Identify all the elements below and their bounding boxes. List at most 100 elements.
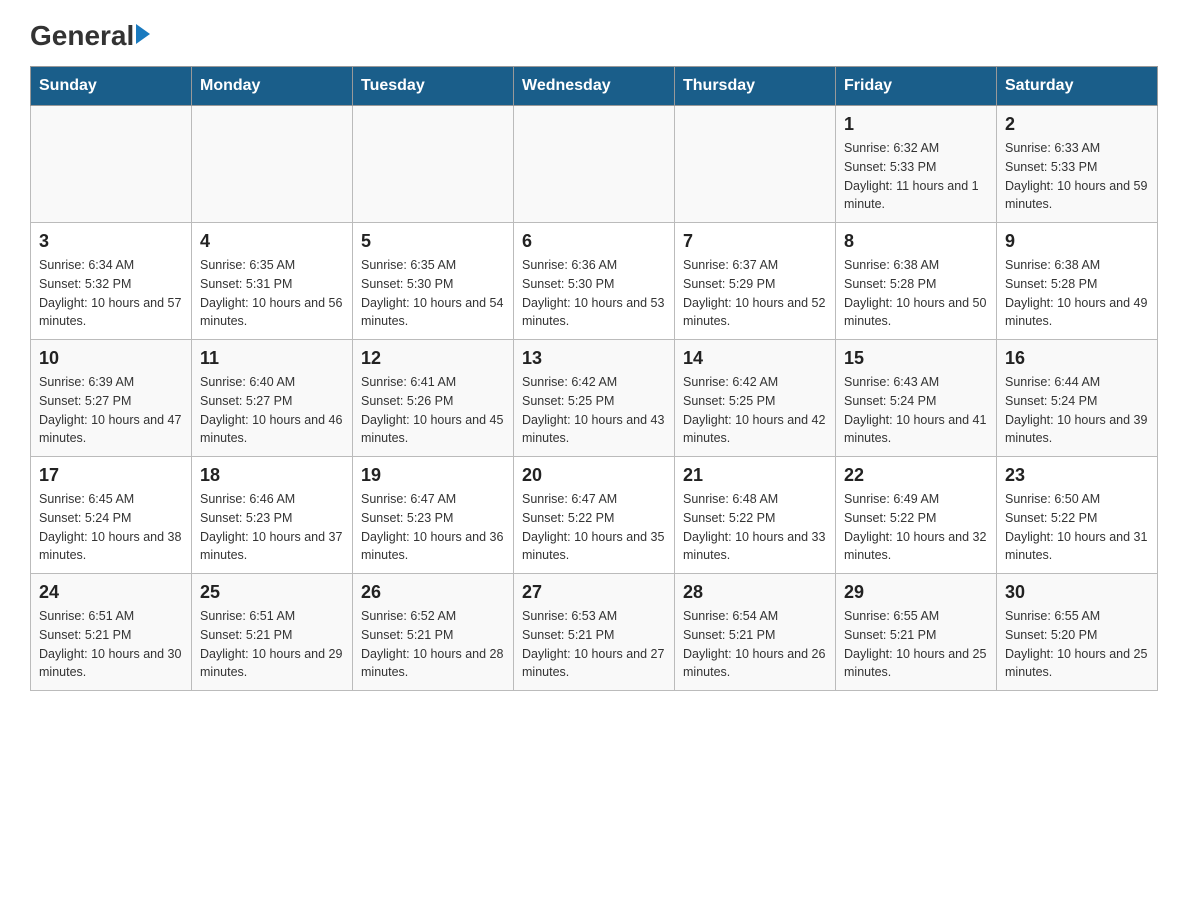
header-thursday: Thursday [675,67,836,106]
logo-triangle-icon [136,24,150,44]
calendar-cell: 24 Sunrise: 6:51 AMSunset: 5:21 PMDayligh… [31,574,192,691]
day-number: 15 [844,348,988,369]
day-number: 28 [683,582,827,603]
day-info: Sunrise: 6:42 AMSunset: 5:25 PMDaylight:… [683,373,827,448]
calendar-cell: 6 Sunrise: 6:36 AMSunset: 5:30 PMDaylight… [514,223,675,340]
header-tuesday: Tuesday [353,67,514,106]
calendar-week-2: 3Sunrise: 6:34 AMSunset: 5:32 PMDaylight… [31,223,1158,340]
calendar-cell: 29Sunrise: 6:55 AMSunset: 5:21 PMDayligh… [836,574,997,691]
calendar-cell [675,106,836,223]
calendar-week-3: 10 Sunrise: 6:39 AMSunset: 5:27 PMDayligh… [31,340,1158,457]
calendar-cell: 20Sunrise: 6:47 AMSunset: 5:22 PMDayligh… [514,457,675,574]
day-number: 11 [200,348,344,369]
calendar-cell: 14 Sunrise: 6:42 AMSunset: 5:25 PMDayligh… [675,340,836,457]
header-wednesday: Wednesday [514,67,675,106]
day-info: Sunrise: 6:54 AMSunset: 5:21 PMDaylight:… [683,607,827,682]
calendar-cell: 17 Sunrise: 6:45 AMSunset: 5:24 PMDayligh… [31,457,192,574]
day-number: 17 [39,465,183,486]
day-number: 30 [1005,582,1149,603]
day-number: 5 [361,231,505,252]
calendar-cell [514,106,675,223]
calendar-cell: 8 Sunrise: 6:38 AMSunset: 5:28 PMDaylight… [836,223,997,340]
day-info: Sunrise: 6:46 AMSunset: 5:23 PMDaylight:… [200,490,344,565]
day-number: 22 [844,465,988,486]
logo-general: General [30,20,134,52]
day-number: 16 [1005,348,1149,369]
day-info: Sunrise: 6:37 AMSunset: 5:29 PMDaylight:… [683,256,827,331]
day-number: 7 [683,231,827,252]
calendar-cell: 10 Sunrise: 6:39 AMSunset: 5:27 PMDayligh… [31,340,192,457]
day-number: 13 [522,348,666,369]
calendar-cell [192,106,353,223]
calendar-cell: 2 Sunrise: 6:33 AMSunset: 5:33 PMDaylight… [997,106,1158,223]
day-info: Sunrise: 6:50 AMSunset: 5:22 PMDaylight:… [1005,490,1149,565]
calendar-cell: 15 Sunrise: 6:43 AMSunset: 5:24 PMDayligh… [836,340,997,457]
day-info: Sunrise: 6:39 AMSunset: 5:27 PMDaylight:… [39,373,183,448]
calendar-cell: 18 Sunrise: 6:46 AMSunset: 5:23 PMDayligh… [192,457,353,574]
day-info: Sunrise: 6:43 AMSunset: 5:24 PMDaylight:… [844,373,988,448]
day-info: Sunrise: 6:45 AMSunset: 5:24 PMDaylight:… [39,490,183,565]
header-friday: Friday [836,67,997,106]
day-info: Sunrise: 6:47 AMSunset: 5:23 PMDaylight:… [361,490,505,565]
calendar-cell: 21 Sunrise: 6:48 AMSunset: 5:22 PMDayligh… [675,457,836,574]
calendar-cell: 4 Sunrise: 6:35 AMSunset: 5:31 PMDaylight… [192,223,353,340]
calendar-table: Sunday Monday Tuesday Wednesday Thursday… [30,66,1158,691]
day-number: 25 [200,582,344,603]
day-info: Sunrise: 6:35 AMSunset: 5:31 PMDaylight:… [200,256,344,331]
calendar-week-5: 24 Sunrise: 6:51 AMSunset: 5:21 PMDayligh… [31,574,1158,691]
calendar-cell: 22 Sunrise: 6:49 AMSunset: 5:22 PMDayligh… [836,457,997,574]
calendar-cell: 9 Sunrise: 6:38 AMSunset: 5:28 PMDaylight… [997,223,1158,340]
day-number: 10 [39,348,183,369]
calendar-cell: 13 Sunrise: 6:42 AMSunset: 5:25 PMDayligh… [514,340,675,457]
calendar-cell: 3Sunrise: 6:34 AMSunset: 5:32 PMDaylight… [31,223,192,340]
day-info: Sunrise: 6:41 AMSunset: 5:26 PMDaylight:… [361,373,505,448]
calendar-cell: 30Sunrise: 6:55 AMSunset: 5:20 PMDayligh… [997,574,1158,691]
day-number: 23 [1005,465,1149,486]
day-number: 27 [522,582,666,603]
weekday-header-row: Sunday Monday Tuesday Wednesday Thursday… [31,67,1158,106]
day-number: 20 [522,465,666,486]
calendar-cell [353,106,514,223]
day-number: 4 [200,231,344,252]
calendar-week-1: 1Sunrise: 6:32 AMSunset: 5:33 PMDaylight… [31,106,1158,223]
day-number: 14 [683,348,827,369]
day-info: Sunrise: 6:51 AMSunset: 5:21 PMDaylight:… [200,607,344,682]
day-info: Sunrise: 6:44 AMSunset: 5:24 PMDaylight:… [1005,373,1149,448]
day-number: 8 [844,231,988,252]
day-number: 19 [361,465,505,486]
day-number: 18 [200,465,344,486]
day-info: Sunrise: 6:38 AMSunset: 5:28 PMDaylight:… [1005,256,1149,331]
logo: General [30,20,154,46]
day-info: Sunrise: 6:55 AMSunset: 5:21 PMDaylight:… [844,607,988,682]
day-info: Sunrise: 6:42 AMSunset: 5:25 PMDaylight:… [522,373,666,448]
calendar-cell: 28 Sunrise: 6:54 AMSunset: 5:21 PMDayligh… [675,574,836,691]
calendar-cell: 27 Sunrise: 6:53 AMSunset: 5:21 PMDayligh… [514,574,675,691]
day-number: 2 [1005,114,1149,135]
day-number: 9 [1005,231,1149,252]
day-number: 24 [39,582,183,603]
calendar-cell: 5 Sunrise: 6:35 AMSunset: 5:30 PMDaylight… [353,223,514,340]
day-info: Sunrise: 6:34 AMSunset: 5:32 PMDaylight:… [39,256,183,331]
day-number: 6 [522,231,666,252]
day-info: Sunrise: 6:49 AMSunset: 5:22 PMDaylight:… [844,490,988,565]
calendar-cell: 25 Sunrise: 6:51 AMSunset: 5:21 PMDayligh… [192,574,353,691]
header-saturday: Saturday [997,67,1158,106]
day-info: Sunrise: 6:51 AMSunset: 5:21 PMDaylight:… [39,607,183,682]
logo-text: General [30,20,154,52]
day-number: 21 [683,465,827,486]
day-info: Sunrise: 6:32 AMSunset: 5:33 PMDaylight:… [844,139,988,214]
day-info: Sunrise: 6:38 AMSunset: 5:28 PMDaylight:… [844,256,988,331]
calendar-cell: 7 Sunrise: 6:37 AMSunset: 5:29 PMDaylight… [675,223,836,340]
day-info: Sunrise: 6:33 AMSunset: 5:33 PMDaylight:… [1005,139,1149,214]
page-header: General [30,20,1158,46]
day-info: Sunrise: 6:36 AMSunset: 5:30 PMDaylight:… [522,256,666,331]
day-number: 26 [361,582,505,603]
day-info: Sunrise: 6:35 AMSunset: 5:30 PMDaylight:… [361,256,505,331]
day-info: Sunrise: 6:52 AMSunset: 5:21 PMDaylight:… [361,607,505,682]
day-info: Sunrise: 6:48 AMSunset: 5:22 PMDaylight:… [683,490,827,565]
day-info: Sunrise: 6:40 AMSunset: 5:27 PMDaylight:… [200,373,344,448]
day-info: Sunrise: 6:53 AMSunset: 5:21 PMDaylight:… [522,607,666,682]
day-number: 12 [361,348,505,369]
calendar-cell: 16 Sunrise: 6:44 AMSunset: 5:24 PMDayligh… [997,340,1158,457]
calendar-week-4: 17 Sunrise: 6:45 AMSunset: 5:24 PMDayligh… [31,457,1158,574]
